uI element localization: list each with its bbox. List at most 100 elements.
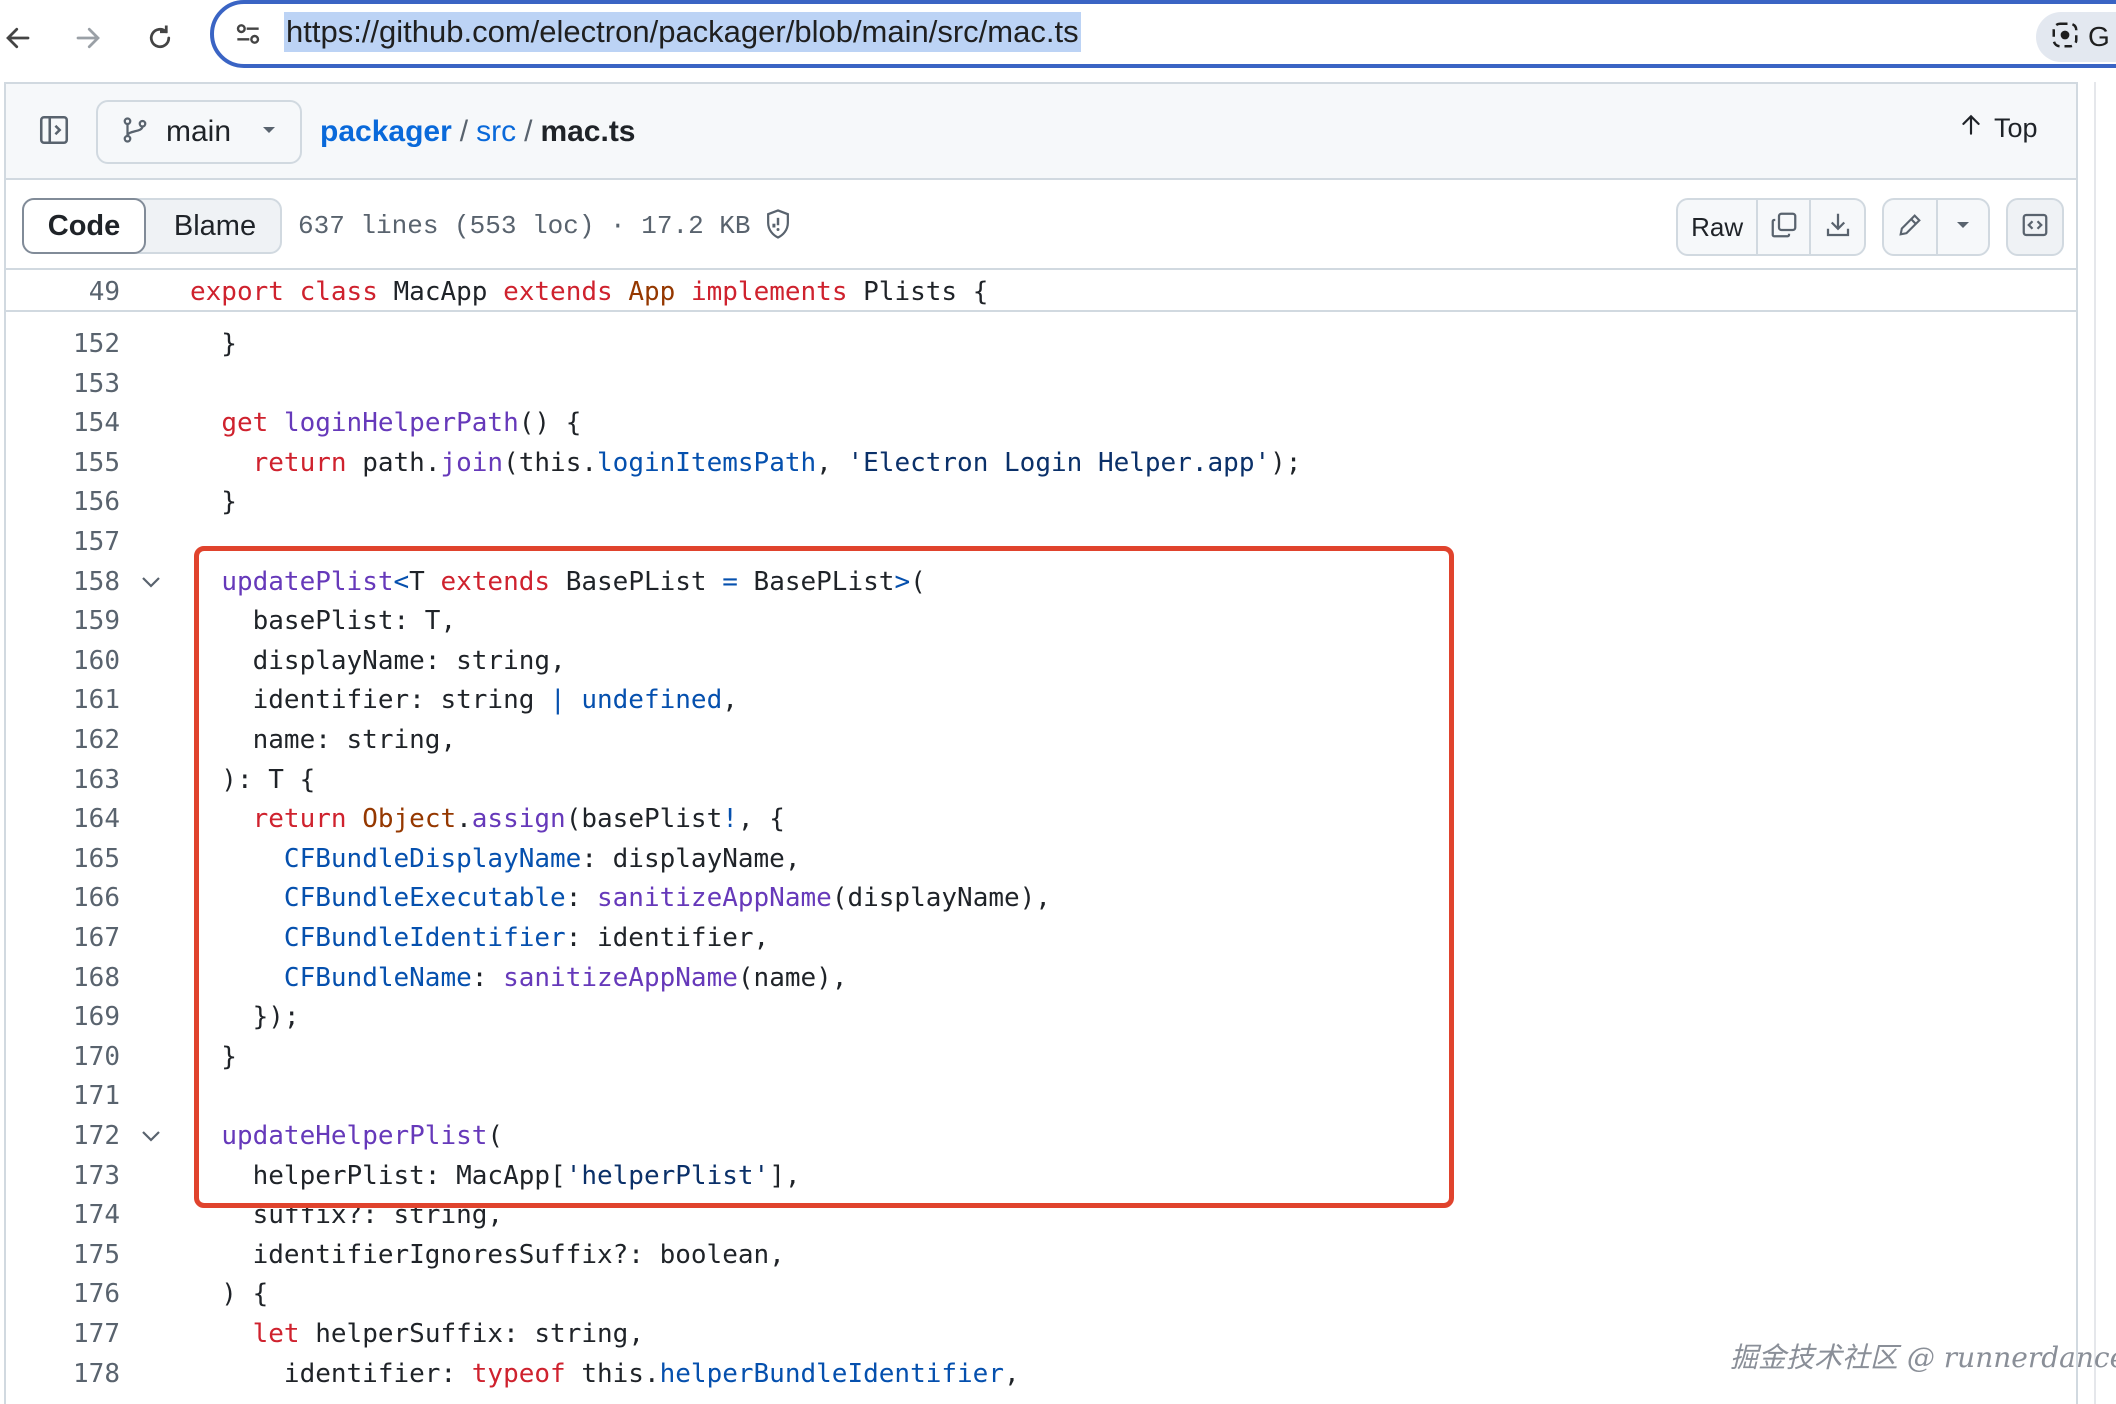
line-number[interactable]: 175 xyxy=(0,1235,120,1275)
copy-raw-button[interactable] xyxy=(1758,200,1812,254)
sticky-line-number[interactable]: 49 xyxy=(0,272,120,312)
line-number[interactable]: 171 xyxy=(0,1076,120,1116)
code-token: , xyxy=(1003,1358,1020,1389)
line-number[interactable]: 169 xyxy=(0,997,120,1037)
line-number[interactable]: 166 xyxy=(0,878,120,918)
tune-icon xyxy=(232,18,264,55)
code-token: 'Electron Login Helper.app' xyxy=(847,447,1271,478)
line-number[interactable]: 162 xyxy=(0,720,120,760)
arrow-left-icon xyxy=(3,23,33,58)
line-number[interactable]: 158 xyxy=(0,562,120,602)
line-number[interactable]: 168 xyxy=(0,958,120,998)
line-number[interactable]: 156 xyxy=(0,482,120,522)
code-line: ) { xyxy=(190,1274,268,1314)
tab-blame[interactable]: Blame xyxy=(150,198,280,254)
code-token: let xyxy=(252,1319,300,1349)
breadcrumb-separator: / xyxy=(524,115,533,148)
top-button[interactable]: Top xyxy=(1958,112,2038,145)
page-border-right xyxy=(2076,82,2078,1404)
download-button[interactable] xyxy=(1811,200,1864,254)
line-number[interactable]: 176 xyxy=(0,1274,120,1314)
code-token: loginHelperPath xyxy=(283,408,519,439)
line-number[interactable]: 172 xyxy=(0,1116,120,1156)
code-token: App xyxy=(628,277,676,307)
breadcrumb-current-file: mac.ts xyxy=(540,115,636,148)
caret-down-icon xyxy=(1954,218,1972,236)
google-lens-button[interactable]: G xyxy=(2036,12,2116,62)
top-label: Top xyxy=(1994,113,2038,143)
code-token: identifierIgnoresSuffix?: boolean, xyxy=(190,1239,785,1270)
line-number[interactable]: 153 xyxy=(0,364,120,404)
forward-button[interactable] xyxy=(60,12,116,68)
reload-button[interactable] xyxy=(132,12,188,68)
code-token: join xyxy=(440,447,504,478)
pencil-icon xyxy=(1896,211,1924,244)
fold-chevron-icon[interactable] xyxy=(136,1116,166,1156)
line-number[interactable]: 155 xyxy=(0,443,120,483)
code-token: extends xyxy=(503,277,613,307)
sidebar-toggle-button[interactable] xyxy=(34,112,74,152)
site-info-button[interactable] xyxy=(226,14,270,58)
breadcrumb: packager / src / mac.ts xyxy=(320,112,636,152)
back-button[interactable] xyxy=(0,12,46,68)
download-icon xyxy=(1823,210,1853,245)
breadcrumb-folder-link[interactable]: src xyxy=(476,115,516,148)
code-line: let helperSuffix: string, xyxy=(190,1314,644,1354)
code-token: (this. xyxy=(503,447,598,478)
breadcrumb-repo-link[interactable]: packager xyxy=(320,115,452,148)
url-text[interactable]: https://github.com/electron/packager/blo… xyxy=(284,12,1081,52)
line-number[interactable]: 165 xyxy=(0,839,120,879)
line-number[interactable]: 163 xyxy=(0,760,120,800)
line-number[interactable]: 164 xyxy=(0,799,120,839)
watermark: 掘金技术社区 @ runnerdancer xyxy=(1730,1341,2116,1374)
code-token: return xyxy=(252,447,347,478)
code-line: get loginHelperPath() { xyxy=(190,403,581,443)
code-line: return path.join(this.loginItemsPath, 'E… xyxy=(190,443,1302,483)
lens-icon xyxy=(2050,20,2080,55)
sticky-code-line: export class MacApp extends App implemen… xyxy=(190,272,988,312)
scrollbar[interactable] xyxy=(2094,82,2116,1404)
line-number[interactable]: 174 xyxy=(0,1195,120,1235)
code-token: identifier: xyxy=(190,1358,472,1389)
copy-icon xyxy=(1769,210,1799,245)
code-token: helperSuffix: string, xyxy=(299,1319,644,1349)
tab-code[interactable]: Code xyxy=(22,198,146,254)
line-number[interactable]: 173 xyxy=(0,1156,120,1196)
annotation-highlight-box xyxy=(194,546,1454,1208)
code-token: ) { xyxy=(190,1279,269,1310)
line-number[interactable]: 170 xyxy=(0,1037,120,1077)
security-button[interactable] xyxy=(760,206,796,246)
code-line: } xyxy=(190,482,237,522)
code-line: } xyxy=(190,324,237,364)
fold-chevron-icon[interactable] xyxy=(136,562,166,602)
line-number[interactable]: 178 xyxy=(0,1354,120,1394)
code-token: class xyxy=(299,277,378,307)
line-number[interactable]: 159 xyxy=(0,601,120,641)
arrow-up-icon xyxy=(1958,112,1984,145)
line-number[interactable]: 157 xyxy=(0,522,120,562)
lens-label: G xyxy=(2088,21,2110,52)
line-number[interactable]: 177 xyxy=(0,1314,120,1354)
caret-down-icon xyxy=(260,123,278,141)
line-number[interactable]: 161 xyxy=(0,680,120,720)
line-number[interactable]: 167 xyxy=(0,918,120,958)
symbols-panel-button[interactable] xyxy=(2006,198,2064,256)
branch-select[interactable]: main xyxy=(96,100,302,164)
raw-button[interactable]: Raw xyxy=(1678,200,1759,254)
shield-icon xyxy=(763,208,793,245)
code-token: implements xyxy=(690,277,848,307)
line-number[interactable]: 160 xyxy=(0,641,120,681)
line-number[interactable]: 154 xyxy=(0,403,120,443)
line-number[interactable]: 152 xyxy=(0,324,120,364)
edit-menu-button[interactable] xyxy=(1938,200,1988,254)
code-token: } xyxy=(190,487,237,518)
edit-file-button[interactable] xyxy=(1884,200,1938,254)
file-info: 637 lines (553 loc) · 17.2 KB · xyxy=(298,211,782,241)
code-token: ); xyxy=(1270,447,1302,478)
code-token: get xyxy=(221,408,269,439)
code-token: typeof xyxy=(471,1358,566,1389)
